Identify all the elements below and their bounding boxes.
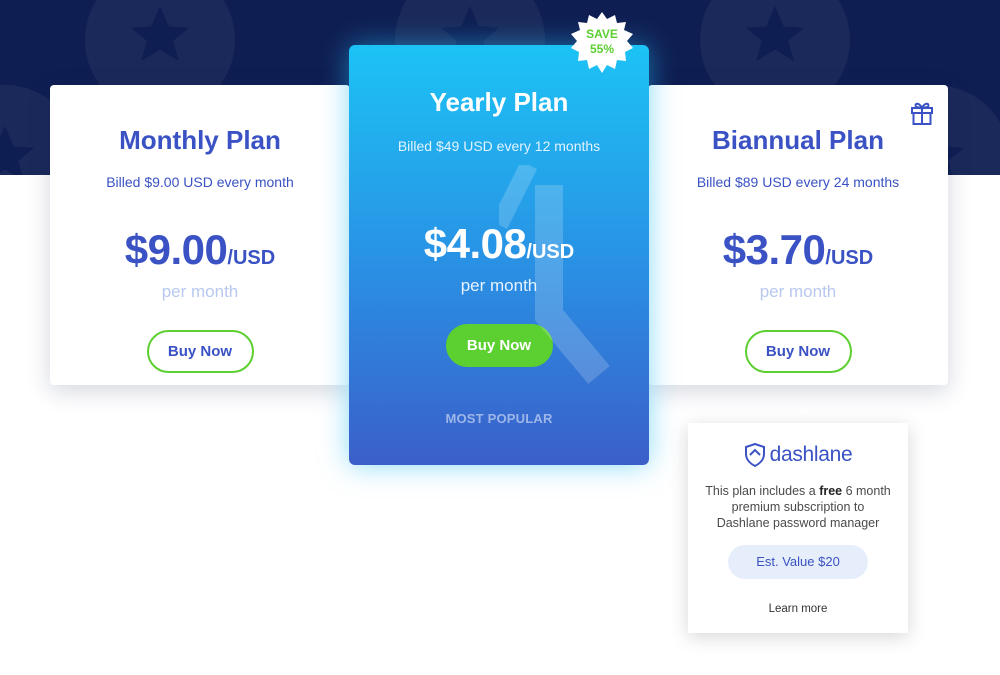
dashlane-offer-popover: dashlane This plan includes a free 6 mon… xyxy=(688,423,908,633)
buy-now-button-biannual[interactable]: Buy Now xyxy=(744,330,852,373)
price-period: per month xyxy=(759,282,837,301)
price-unit: /USD xyxy=(825,247,874,269)
yearly-plan-card: Yearly Plan Billed $49 USD every 12 mont… xyxy=(349,45,649,465)
dashlane-logo: dashlane xyxy=(688,443,908,467)
plan-title: Monthly Plan xyxy=(119,125,281,155)
dashlane-offer-description: This plan includes a free 6 month premiu… xyxy=(704,483,892,531)
save-label: SAVE xyxy=(586,27,618,41)
biannual-plan-card: Biannual Plan Billed $89 USD every 24 mo… xyxy=(648,85,948,385)
plan-title: Biannual Plan xyxy=(712,125,884,155)
desc-before: This plan includes a xyxy=(705,484,820,498)
dashlane-shield-icon xyxy=(744,443,765,467)
learn-more-link[interactable]: Learn more xyxy=(688,603,908,615)
price-period: per month xyxy=(161,282,239,301)
billing-note: Billed $49 USD every 12 months xyxy=(397,138,601,154)
watermark-icon xyxy=(499,165,610,384)
plan-title: Yearly Plan xyxy=(429,87,569,117)
price: $3.70/USD xyxy=(648,226,948,274)
billing-note: Billed $9.00 USD every month xyxy=(106,174,294,190)
desc-bold: free xyxy=(819,484,843,498)
price-unit: /USD xyxy=(227,247,276,269)
save-badge: SAVE 55% xyxy=(569,12,635,74)
price-amount: $3.70 xyxy=(722,226,826,273)
price: $9.00/USD xyxy=(50,226,350,274)
dashlane-wordmark: dashlane xyxy=(769,443,853,466)
billing-note: Billed $89 USD every 24 months xyxy=(696,174,900,190)
save-percent: 55% xyxy=(589,42,615,56)
popover-arrow xyxy=(788,408,818,423)
save-badge-text: SAVE 55% xyxy=(569,27,635,57)
gift-icon xyxy=(910,100,934,126)
price-amount: $9.00 xyxy=(124,226,228,273)
monthly-plan-card: Monthly Plan Billed $9.00 USD every mont… xyxy=(50,85,350,385)
estimated-value-badge: Est. Value $20 xyxy=(728,545,868,579)
buy-now-button-monthly[interactable]: Buy Now xyxy=(146,330,254,373)
